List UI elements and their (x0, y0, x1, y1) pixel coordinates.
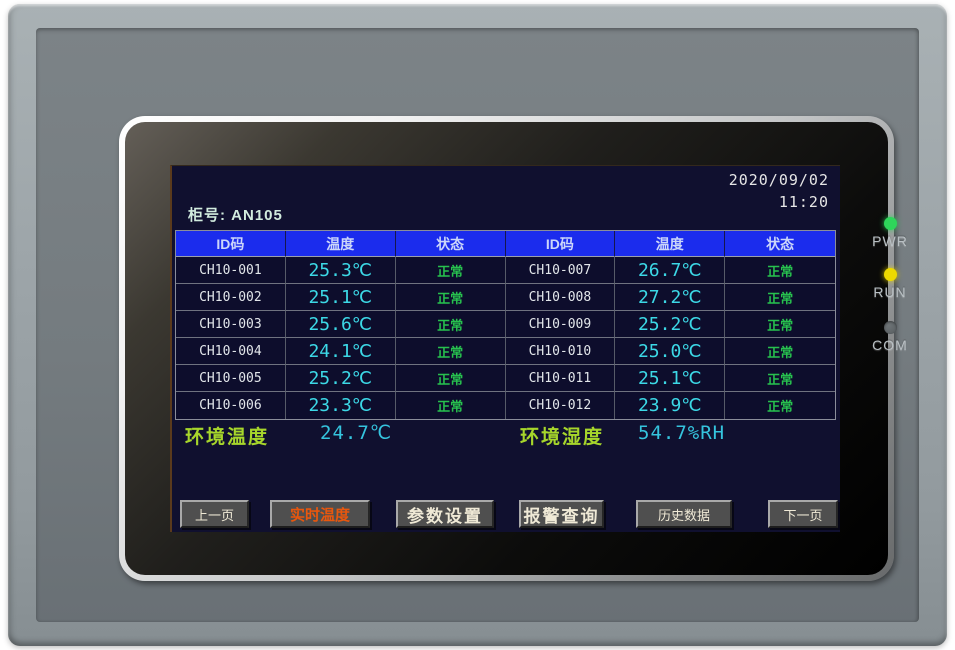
table-cell-id: CH10-004 (176, 338, 286, 365)
environment-row: 环境温度 24.7℃ 环境湿度 54.7%RH (175, 422, 836, 452)
table-cell-status: 正常 (396, 284, 506, 311)
table-cell-temp: 25.0℃ (615, 338, 725, 365)
nav-button-next-page[interactable]: 下一页 (768, 500, 838, 528)
table-header-temp: 温度 (615, 231, 725, 257)
table-cell-status: 正常 (725, 392, 835, 419)
ambient-humidity-value: 54.7%RH (638, 422, 725, 444)
table-cell-status: 正常 (725, 338, 835, 365)
cabinet-id-label: 柜号: AN105 (188, 204, 283, 225)
table-cell-status: 正常 (396, 338, 506, 365)
screen-module-bezel: 2020/09/02 11:20 柜号: AN105 ID码温度状态ID码温度状… (119, 116, 894, 581)
table-cell-temp: 24.1℃ (286, 338, 396, 365)
table-cell-temp: 25.2℃ (286, 365, 396, 392)
nav-button-param-settings[interactable]: 参数设置 (396, 500, 494, 528)
ambient-temperature-value: 24.7℃ (320, 422, 392, 444)
table-header-temp: 温度 (286, 231, 396, 257)
run-led-label: RUN (852, 284, 928, 300)
table-cell-id: CH10-010 (506, 338, 616, 365)
time-display: 11:20 (779, 193, 829, 211)
front-panel: 2020/09/02 11:20 柜号: AN105 ID码温度状态ID码温度状… (36, 28, 919, 622)
run-led (884, 268, 897, 281)
nav-button-realtime-temp[interactable]: 实时温度 (270, 500, 370, 528)
table-cell-status: 正常 (396, 392, 506, 419)
table-header-status: 状态 (396, 231, 506, 257)
lcd-screen: 2020/09/02 11:20 柜号: AN105 ID码温度状态ID码温度状… (170, 165, 840, 532)
table-cell-id: CH10-003 (176, 311, 286, 338)
table-cell-status: 正常 (396, 257, 506, 284)
table-cell-id: CH10-008 (506, 284, 616, 311)
com-led-label: COM (852, 337, 928, 353)
table-cell-status: 正常 (725, 365, 835, 392)
table-cell-id: CH10-006 (176, 392, 286, 419)
device-case: 2020/09/02 11:20 柜号: AN105 ID码温度状态ID码温度状… (8, 4, 947, 646)
power-indicator-group: PWR (852, 217, 928, 249)
ambient-humidity-label: 环境湿度 (520, 422, 604, 449)
table-cell-temp: 23.3℃ (286, 392, 396, 419)
table-header-id: ID码 (506, 231, 616, 257)
table-cell-temp: 25.3℃ (286, 257, 396, 284)
nav-button-history-data[interactable]: 历史数据 (636, 500, 732, 528)
date-display: 2020/09/02 (729, 171, 829, 189)
nav-button-alarm-query[interactable]: 报警查询 (519, 500, 604, 528)
table-cell-status: 正常 (396, 365, 506, 392)
screen-module-face: 2020/09/02 11:20 柜号: AN105 ID码温度状态ID码温度状… (125, 122, 888, 575)
table-cell-id: CH10-009 (506, 311, 616, 338)
table-cell-status: 正常 (725, 257, 835, 284)
table-cell-status: 正常 (725, 284, 835, 311)
table-cell-id: CH10-007 (506, 257, 616, 284)
run-indicator-group: RUN (852, 268, 928, 300)
table-cell-temp: 25.1℃ (286, 284, 396, 311)
com-indicator-group: COM (852, 321, 928, 353)
table-cell-temp: 25.1℃ (615, 365, 725, 392)
table-cell-id: CH10-011 (506, 365, 616, 392)
table-cell-id: CH10-001 (176, 257, 286, 284)
table-cell-temp: 23.9℃ (615, 392, 725, 419)
table-cell-status: 正常 (396, 311, 506, 338)
pwr-led-label: PWR (852, 233, 928, 249)
nav-button-prev-page[interactable]: 上一页 (180, 500, 249, 528)
table-cell-id: CH10-005 (176, 365, 286, 392)
pwr-led (884, 217, 897, 230)
table-cell-temp: 25.6℃ (286, 311, 396, 338)
table-cell-temp: 25.2℃ (615, 311, 725, 338)
table-cell-temp: 27.2℃ (615, 284, 725, 311)
table-header-status: 状态 (725, 231, 835, 257)
com-led (884, 321, 897, 334)
table-header-id: ID码 (176, 231, 286, 257)
table-cell-id: CH10-012 (506, 392, 616, 419)
table-cell-temp: 26.7℃ (615, 257, 725, 284)
table-cell-status: 正常 (725, 311, 835, 338)
channel-temperature-table: ID码温度状态ID码温度状态CH10-00125.3℃正常CH10-00726.… (175, 230, 836, 420)
ambient-temperature-label: 环境温度 (185, 422, 269, 449)
table-cell-id: CH10-002 (176, 284, 286, 311)
